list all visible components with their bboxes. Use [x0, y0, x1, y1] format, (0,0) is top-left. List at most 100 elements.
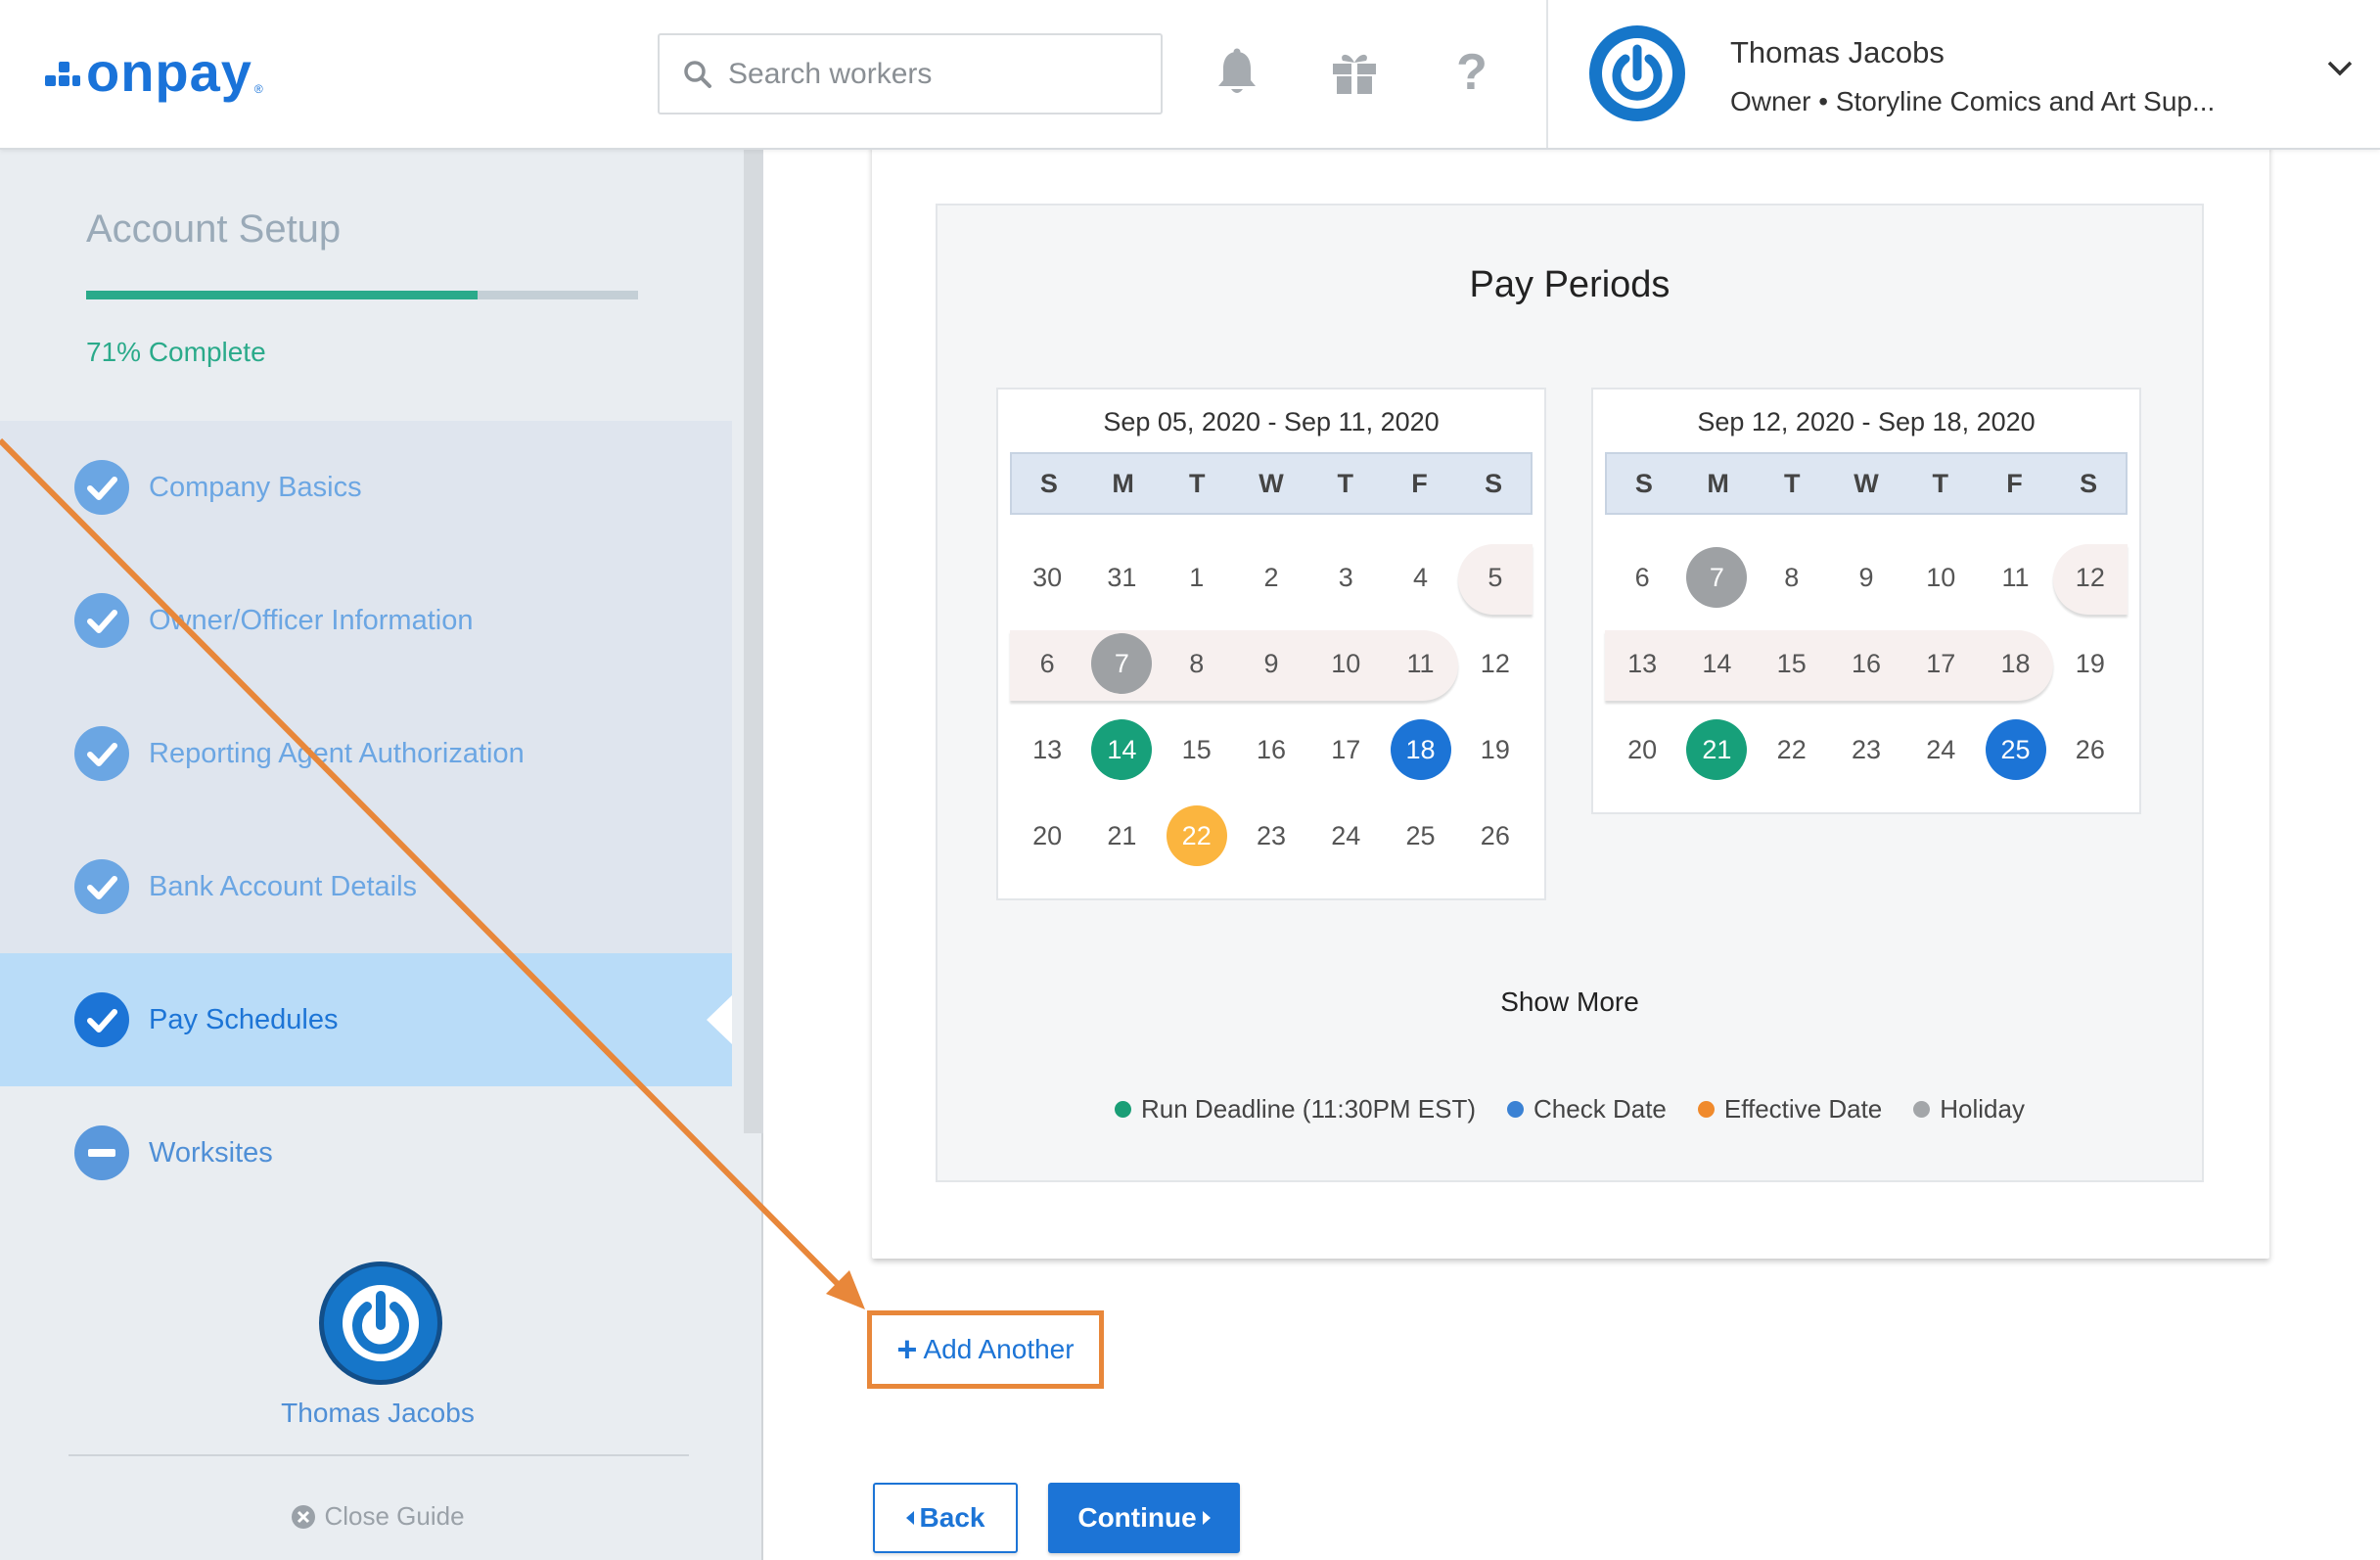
calendar-day: 11: [1406, 648, 1435, 678]
weekday-label: T: [1932, 468, 1948, 498]
check-date-marker: 18: [1390, 719, 1451, 780]
weekday-label: T: [1189, 468, 1206, 498]
weekday-label: T: [1337, 468, 1353, 498]
sidebar-step[interactable]: Owner/Officer Information: [0, 554, 732, 687]
calendar-day: 18: [2000, 648, 2031, 678]
notifications-button[interactable]: [1210, 45, 1264, 100]
search-input[interactable]: [728, 57, 1120, 91]
calendar-legend: Run Deadline (11:30PM EST) Check Date Effe…: [938, 1094, 2202, 1124]
calendar-day: 8: [1189, 648, 1205, 678]
legend-dot-icon: [1115, 1101, 1132, 1118]
legend-item: Run Deadline (11:30PM EST): [1115, 1094, 1476, 1124]
deadline-date-marker: 21: [1686, 719, 1748, 780]
back-button[interactable]: Back: [873, 1483, 1018, 1553]
close-circle-icon: [292, 1504, 316, 1529]
gift-icon: [1333, 54, 1376, 94]
user-menu[interactable]: Thomas Jacobs Owner • Storyline Comics a…: [1546, 0, 2380, 148]
sidebar-step[interactable]: Reporting Agent Authorization: [0, 687, 732, 820]
guide-avatar: [319, 1262, 442, 1385]
check-circle-icon: [74, 992, 129, 1047]
calendar-week: 20 21 22 23 24 25 26: [1010, 793, 1533, 879]
legend-label: Run Deadline (11:30PM EST): [1141, 1094, 1477, 1124]
weekday-label: S: [1485, 468, 1503, 498]
calendar-day: 3: [1338, 562, 1353, 592]
calendar-day: 22: [1160, 793, 1234, 879]
logo-dots-icon: [45, 58, 80, 87]
pay-period-calendar: Sep 05, 2020 - Sep 11, 2020 S M T W T F S 30 31 1 2…: [996, 388, 1546, 900]
minus-circle-icon: [74, 1125, 129, 1180]
calendar-day: 7: [1679, 534, 1754, 620]
sidebar-step-label: Owner/Officer Information: [149, 604, 474, 636]
power-logo-icon: [1612, 44, 1663, 101]
top-header: onpay ® Search workers ? Thomas Jacobs O…: [0, 0, 2380, 150]
calendar-day: 22: [1776, 734, 1807, 764]
calendar-day: 17: [1926, 648, 1956, 678]
calendar-day: 19: [2075, 648, 2105, 678]
legend-label: Holiday: [1940, 1094, 2025, 1124]
sidebar-step-label: Pay Schedules: [149, 1003, 339, 1035]
setup-progress-text: 71% Complete: [86, 337, 266, 367]
continue-button[interactable]: Continue: [1048, 1483, 1240, 1553]
legend-label: Effective Date: [1723, 1094, 1883, 1124]
calendar-week: 13 14 15 16 17 18 19: [1605, 620, 2128, 707]
calendar-day: 1: [1189, 562, 1205, 592]
weekday-label: S: [1039, 468, 1058, 498]
legend-item: Holiday: [1913, 1094, 2025, 1124]
rewards-button[interactable]: [1327, 45, 1382, 100]
calendar-day: 10: [1331, 648, 1361, 678]
weekday-header: SMTWTFS: [1010, 452, 1533, 515]
power-logo-icon: [352, 1291, 409, 1354]
sidebar-scrollbar[interactable]: [744, 150, 763, 1133]
effective-date-marker: 22: [1166, 805, 1227, 866]
calendar-day: 13: [1627, 648, 1658, 678]
sidebar-step-label: Reporting Agent Authorization: [149, 737, 525, 769]
back-label: Back: [919, 1502, 985, 1533]
calendar-day: 7: [1084, 620, 1159, 707]
sidebar-step[interactable]: Company Basics: [0, 421, 732, 554]
calendar-day: 15: [1181, 734, 1212, 764]
sidebar-step[interactable]: Bank Account Details: [0, 820, 732, 953]
add-another-button[interactable]: + Add Another: [867, 1310, 1104, 1389]
pay-periods-panel: Pay Periods Sep 05, 2020 - Sep 11, 2020 S…: [936, 204, 2204, 1182]
user-role: Owner • Storyline Comics and Art Sup...: [1730, 86, 2216, 116]
show-more-link[interactable]: Show More: [938, 986, 2202, 1018]
help-button[interactable]: ?: [1444, 45, 1499, 100]
logo-text: onpay: [86, 41, 252, 103]
weekday-label: M: [1707, 468, 1729, 498]
check-circle-icon: [74, 460, 129, 515]
calendar-day: 30: [1032, 562, 1063, 592]
calendar-day: 6: [1634, 562, 1650, 592]
calendar-day: 9: [1858, 562, 1874, 592]
calendar-day: 5: [1488, 562, 1503, 592]
search-icon: [684, 60, 711, 88]
sidebar-step[interactable]: Worksites: [0, 1086, 732, 1219]
calendar-day: 6: [1039, 648, 1055, 678]
search-box[interactable]: [658, 33, 1163, 115]
calendar-week: 30 31 1 2 3 4 5: [1010, 534, 1533, 620]
sidebar-step-label: Bank Account Details: [149, 870, 418, 902]
deadline-date-marker: 14: [1091, 719, 1153, 780]
calendar-range: Sep 05, 2020 - Sep 11, 2020: [1103, 407, 1440, 436]
sidebar-title: Account Setup: [86, 207, 342, 251]
weekday-label: W: [1259, 468, 1284, 498]
calendar-week: 13 14 15 16 17 18 19: [1010, 707, 1533, 793]
guide-divider: [69, 1454, 689, 1456]
weekday-label: F: [1411, 468, 1428, 498]
calendar-day: 19: [1480, 734, 1510, 764]
close-guide-button[interactable]: Close Guide: [0, 1501, 755, 1532]
calendar-day: 25: [1978, 707, 2052, 793]
caret-right-icon: [1202, 1511, 1211, 1525]
setup-steps-list: Company Basics Owner/Officer Information R…: [0, 421, 732, 1219]
check-date-marker: 25: [1985, 719, 2046, 780]
plus-icon: +: [896, 1329, 918, 1369]
setup-progress-fill: [86, 291, 479, 299]
weekday-label: T: [1784, 468, 1801, 498]
onpay-logo[interactable]: onpay ®: [45, 43, 263, 102]
chevron-down-icon[interactable]: [2327, 61, 2353, 76]
calendar-day: 15: [1776, 648, 1807, 678]
holiday-date-marker: 7: [1091, 633, 1153, 694]
sidebar-step[interactable]: Pay Schedules: [0, 953, 732, 1086]
calendar-week: 6 7 8 9 10 11 12: [1605, 534, 2128, 620]
calendar-day: 10: [1926, 562, 1956, 592]
legend-dot-icon: [1913, 1101, 1931, 1118]
